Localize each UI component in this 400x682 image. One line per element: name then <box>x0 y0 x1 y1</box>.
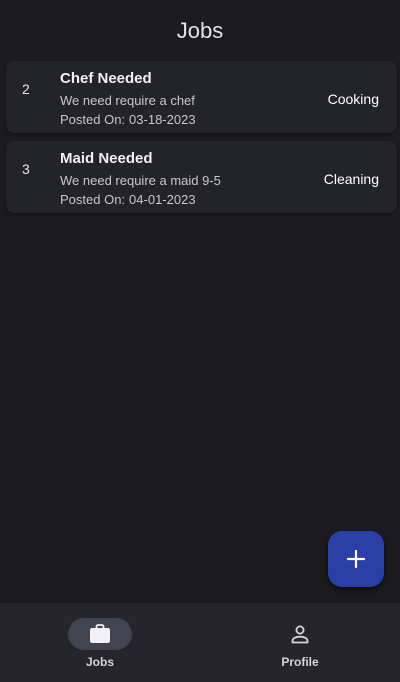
person-icon <box>291 625 309 644</box>
nav-item-profile[interactable]: Profile <box>200 603 400 682</box>
nav-active-indicator <box>68 618 132 650</box>
posted-date: 03-18-2023 <box>129 112 196 127</box>
add-job-button[interactable] <box>328 531 384 587</box>
job-description: We need require a maid 9-5 <box>60 173 221 188</box>
job-category: Cleaning <box>323 171 379 187</box>
top-app-bar: Jobs <box>0 0 400 60</box>
page-title: Jobs <box>176 18 224 43</box>
nav-label-jobs: Jobs <box>85 655 114 669</box>
job-card[interactable]: 3 Maid Needed We need require a maid 9-5… <box>6 141 397 213</box>
jobs-screen: Jobs 2 Chef Needed We need require a che… <box>0 0 400 682</box>
nav-label-profile: Profile <box>281 655 319 669</box>
briefcase-icon <box>90 624 110 643</box>
nav-item-jobs[interactable]: Jobs <box>0 603 200 682</box>
job-category: Cooking <box>327 91 379 107</box>
job-id: 3 <box>22 161 30 177</box>
nav-icon-container <box>268 618 332 650</box>
posted-on-label: Posted On: <box>60 192 126 207</box>
job-posted-on: Posted On: 04-01-2023 <box>60 192 196 207</box>
posted-on-label: Posted On: <box>60 112 126 127</box>
job-id: 2 <box>22 81 30 97</box>
posted-date: 04-01-2023 <box>129 192 196 207</box>
job-title: Chef Needed <box>60 70 152 87</box>
plus-icon <box>346 549 366 569</box>
job-list: 2 Chef Needed We need require a chef Pos… <box>6 61 397 221</box>
job-posted-on: Posted On: 03-18-2023 <box>60 112 196 127</box>
bottom-navigation: Jobs Profile <box>0 603 400 682</box>
job-description: We need require a chef <box>60 93 195 108</box>
job-card[interactable]: 2 Chef Needed We need require a chef Pos… <box>6 61 397 133</box>
job-title: Maid Needed <box>60 150 153 167</box>
